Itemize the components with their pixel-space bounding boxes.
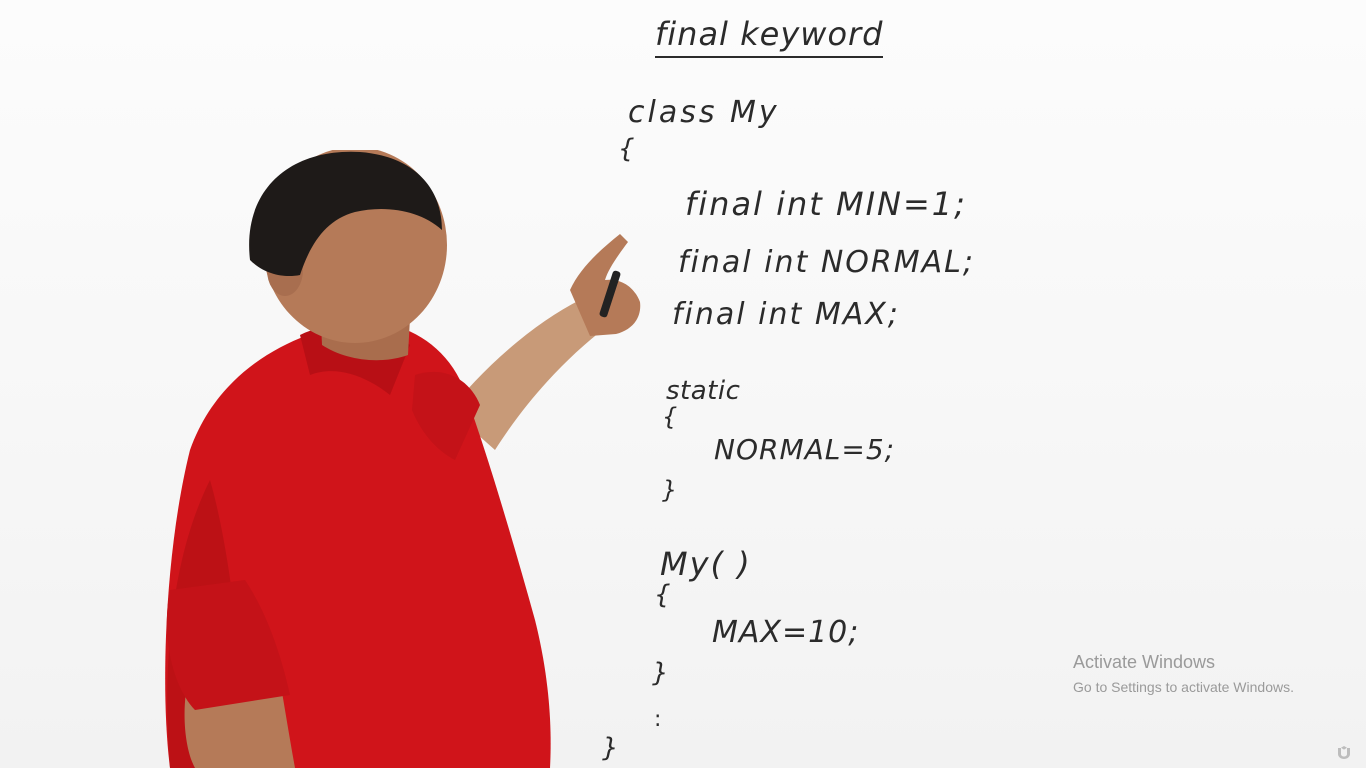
activation-watermark: Activate Windows Go to Settings to activ… (1073, 652, 1294, 695)
class-declaration: class My (628, 95, 780, 130)
static-block-label: static (666, 376, 741, 406)
field-min-line: final int MIN=1; (685, 185, 967, 223)
normal-assignment: NORMAL=5; (714, 433, 896, 466)
field-normal-line: final int NORMAL; (678, 245, 975, 280)
board-title: final keyword (655, 18, 884, 58)
watermark-title: Activate Windows (1073, 652, 1216, 672)
video-logo (1336, 746, 1352, 760)
presenter-figure (165, 150, 641, 768)
video-logo-icon (1338, 746, 1350, 759)
video-frame: final keyword class My { final int MIN=1… (0, 0, 1366, 768)
constructor-label: My( ) (660, 545, 752, 583)
watermark-subtitle: Go to Settings to activate Windows. (1073, 679, 1294, 695)
max-assignment: MAX=10; (712, 615, 860, 650)
field-max-line: final int MAX; (672, 297, 900, 332)
